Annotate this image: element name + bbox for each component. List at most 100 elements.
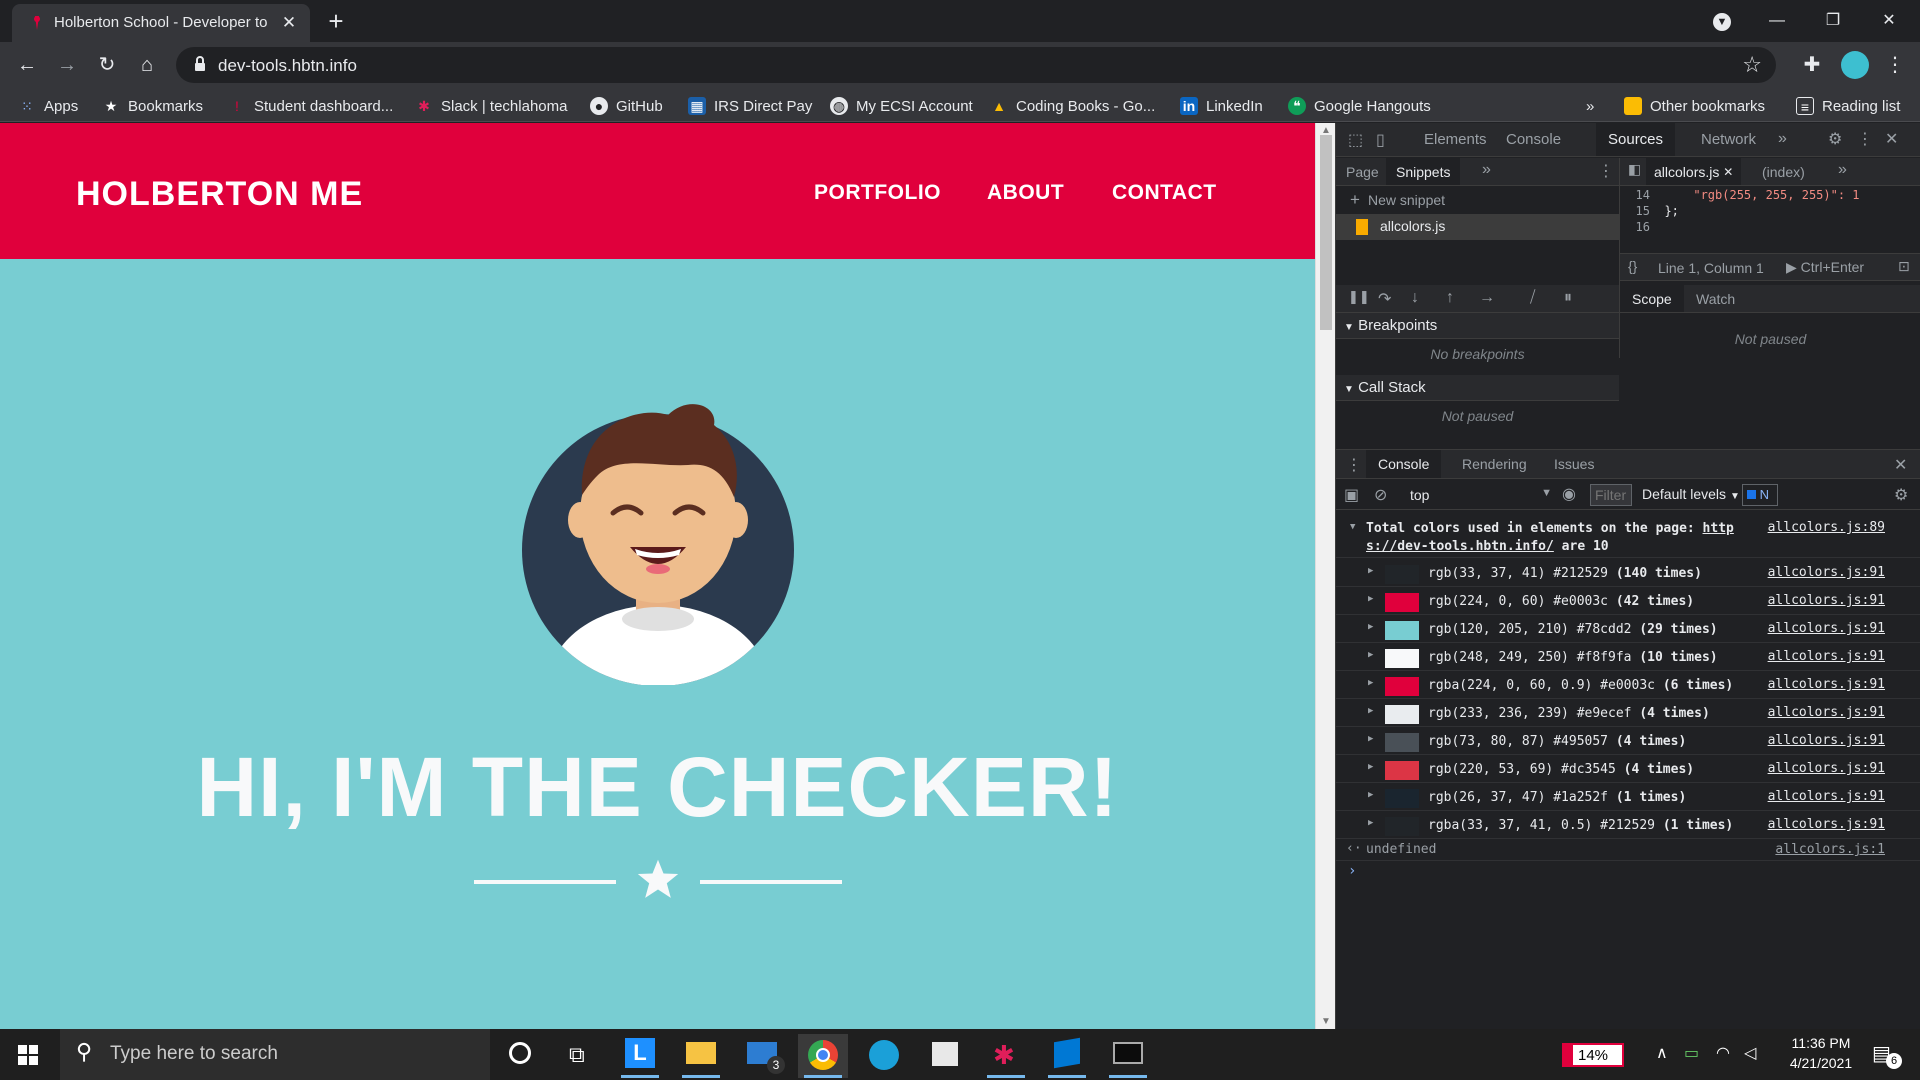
extensions-icon[interactable]: ✚ [1797, 50, 1827, 80]
bookmark-github[interactable]: ● GitHub [590, 95, 663, 117]
console-prompt[interactable]: › [1336, 861, 1920, 1029]
new-tab-button[interactable]: + [322, 8, 350, 36]
tab-snippets[interactable]: Snippets [1386, 158, 1461, 185]
back-icon[interactable]: ← [12, 50, 42, 80]
console-log-row[interactable]: ▶ rgba(224, 0, 60, 0.9) #e0003c (6 times)… [1336, 671, 1920, 699]
expand-triangle-icon[interactable]: ▶ [1368, 566, 1373, 576]
pause-icon[interactable]: ❚❚ [1348, 289, 1370, 305]
context-selector[interactable]: top ▼ [1402, 483, 1552, 507]
close-editor-tab-icon[interactable]: ✕ [1723, 165, 1733, 179]
breakpoints-section[interactable]: ▼ Breakpoints [1336, 313, 1619, 339]
editor-tab-allcolors[interactable]: allcolors.js ✕ [1646, 158, 1742, 185]
source-link[interactable]: allcolors.js:1 [1775, 842, 1885, 857]
device-toolbar-icon[interactable]: ▯ [1376, 130, 1385, 150]
summary-url-link[interactable]: s://dev-tools.hbtn.info/ [1366, 539, 1554, 554]
source-link[interactable]: allcolors.js:91 [1768, 649, 1885, 664]
close-window-icon[interactable]: ✕ [1864, 6, 1914, 36]
source-link[interactable]: allcolors.js:91 [1768, 705, 1885, 720]
address-bar[interactable]: dev-tools.hbtn.info ☆ [176, 47, 1776, 83]
inspect-element-icon[interactable]: ⬚ [1348, 130, 1363, 150]
tab-scope[interactable]: Scope [1620, 285, 1684, 312]
scroll-down-icon[interactable]: ▼ [1321, 1016, 1331, 1027]
task-view-icon[interactable]: ⧉ [555, 1034, 605, 1078]
console-log-row[interactable]: ▶ rgb(73, 80, 87) #495057 (4 times) allcol… [1336, 727, 1920, 755]
toggle-navigator-icon[interactable]: ◧ [1628, 161, 1641, 178]
source-link[interactable]: allcolors.js:89 [1768, 520, 1885, 535]
bookmark-slack[interactable]: ✱ Slack | techlahoma [415, 95, 567, 117]
taskbar-search[interactable]: ⚲ Type here to search [60, 1029, 490, 1080]
drawer-tab-console[interactable]: Console [1366, 450, 1442, 478]
tab-search-icon[interactable]: ▼ [1697, 6, 1747, 36]
live-expression-eye-icon[interactable]: ◉ [1562, 484, 1576, 504]
nav-menu-icon[interactable]: ⋮ [1598, 161, 1614, 181]
drawer-tab-rendering[interactable]: Rendering [1450, 450, 1539, 478]
collapse-triangle-icon[interactable]: ▼ [1350, 522, 1355, 532]
bookmark-coding-books[interactable]: ▲ Coding Books - Go... [990, 95, 1155, 117]
cortana-icon[interactable] [495, 1034, 545, 1078]
more-nav-icon[interactable]: » [1482, 161, 1491, 179]
expand-triangle-icon[interactable]: ▶ [1368, 650, 1373, 660]
source-link[interactable]: allcolors.js:91 [1768, 817, 1885, 832]
deactivate-breakpoints-icon[interactable]: ⧸ [1530, 289, 1535, 307]
step-icon[interactable]: → [1479, 289, 1495, 307]
bookmark-ecsi[interactable]: ◍ My ECSI Account [830, 95, 973, 117]
show-sidebar-icon[interactable]: ▣ [1344, 485, 1359, 505]
clear-console-icon[interactable]: ⊘ [1374, 485, 1387, 505]
more-tabs-icon[interactable]: » [1778, 130, 1787, 148]
expand-triangle-icon[interactable]: ▶ [1368, 790, 1373, 800]
step-out-icon[interactable]: ↑ [1446, 289, 1454, 307]
bookmark-hangouts[interactable]: ❝ Google Hangouts [1288, 95, 1431, 117]
filter-input[interactable] [1590, 484, 1632, 506]
home-icon[interactable]: ⌂ [132, 50, 162, 80]
expand-triangle-icon[interactable]: ▶ [1368, 622, 1373, 632]
restore-icon[interactable]: ❐ [1808, 6, 1858, 36]
console-log-row[interactable]: ▶ rgb(33, 37, 41) #212529 (140 times) allc… [1336, 559, 1920, 587]
editor-tab-index[interactable]: (index) [1754, 158, 1813, 185]
tab-watch[interactable]: Watch [1684, 285, 1747, 312]
step-into-icon[interactable]: ↓ [1411, 289, 1419, 307]
site-logo[interactable]: HOLBERTON ME [76, 175, 363, 214]
source-link[interactable]: allcolors.js:91 [1768, 565, 1885, 580]
reload-icon[interactable]: ↻ [92, 50, 122, 80]
source-link[interactable]: allcolors.js:91 [1768, 621, 1885, 636]
expand-triangle-icon[interactable]: ▶ [1368, 678, 1373, 688]
source-link[interactable]: allcolors.js:91 [1768, 761, 1885, 776]
source-link[interactable]: allcolors.js:91 [1768, 593, 1885, 608]
issues-badge[interactable]: N [1742, 484, 1778, 506]
windows-start-icon[interactable] [18, 1045, 38, 1065]
reading-list[interactable]: ≡ Reading list [1796, 95, 1900, 117]
tab-elements[interactable]: Elements [1414, 123, 1497, 156]
store-icon[interactable] [920, 1034, 970, 1078]
console-settings-gear-icon[interactable]: ⚙ [1894, 485, 1908, 505]
file-explorer-icon[interactable] [676, 1034, 726, 1078]
pause-on-exceptions-icon[interactable]: ⏸ [1564, 289, 1572, 307]
bookmarks-overflow-icon[interactable]: » [1586, 95, 1594, 117]
tab-page[interactable]: Page [1336, 158, 1389, 185]
close-tab-icon[interactable]: ✕ [278, 12, 300, 34]
expand-triangle-icon[interactable]: ▶ [1368, 594, 1373, 604]
chrome-icon[interactable] [798, 1034, 848, 1078]
browser-tab[interactable]: Holberton School - Developer to ✕ [12, 4, 310, 42]
bookmark-linkedin[interactable]: in LinkedIn [1180, 95, 1263, 117]
clock[interactable]: 11:36 PM 4/21/2021 [1776, 1035, 1866, 1071]
console-log-row[interactable]: ▶ rgb(120, 205, 210) #78cdd2 (29 times) al… [1336, 615, 1920, 643]
log-levels-dropdown[interactable]: Default levels ▼ [1642, 486, 1740, 502]
nav-contact[interactable]: CONTACT [1112, 181, 1217, 205]
mail-icon[interactable]: 3 [737, 1034, 787, 1078]
call-stack-section[interactable]: ▼ Call Stack [1336, 375, 1619, 401]
nav-about[interactable]: ABOUT [987, 181, 1064, 205]
tab-console[interactable]: Console [1496, 123, 1571, 156]
expand-triangle-icon[interactable]: ▶ [1368, 706, 1373, 716]
bookmark-bookmarks[interactable]: ★ Bookmarks [102, 95, 203, 117]
console-log-row[interactable]: ▶ rgb(224, 0, 60) #e0003c (42 times) allco… [1336, 587, 1920, 615]
close-drawer-icon[interactable]: ✕ [1894, 455, 1907, 475]
drawer-menu-icon[interactable]: ⋮ [1346, 455, 1362, 475]
console-log-row[interactable]: ▶ rgb(248, 249, 250) #f8f9fa (10 times) al… [1336, 643, 1920, 671]
snippet-file-row[interactable]: allcolors.js [1336, 214, 1619, 240]
app-l-icon[interactable]: L [615, 1034, 665, 1078]
slack-taskbar-icon[interactable]: ✱ [981, 1034, 1031, 1078]
menu-kebab-icon[interactable]: ⋮ [1880, 50, 1910, 80]
battery-indicator[interactable]: 14% [1562, 1043, 1624, 1067]
expand-triangle-icon[interactable]: ▶ [1368, 818, 1373, 828]
notifications-icon[interactable]: ▤ 6 [1870, 1039, 1902, 1069]
